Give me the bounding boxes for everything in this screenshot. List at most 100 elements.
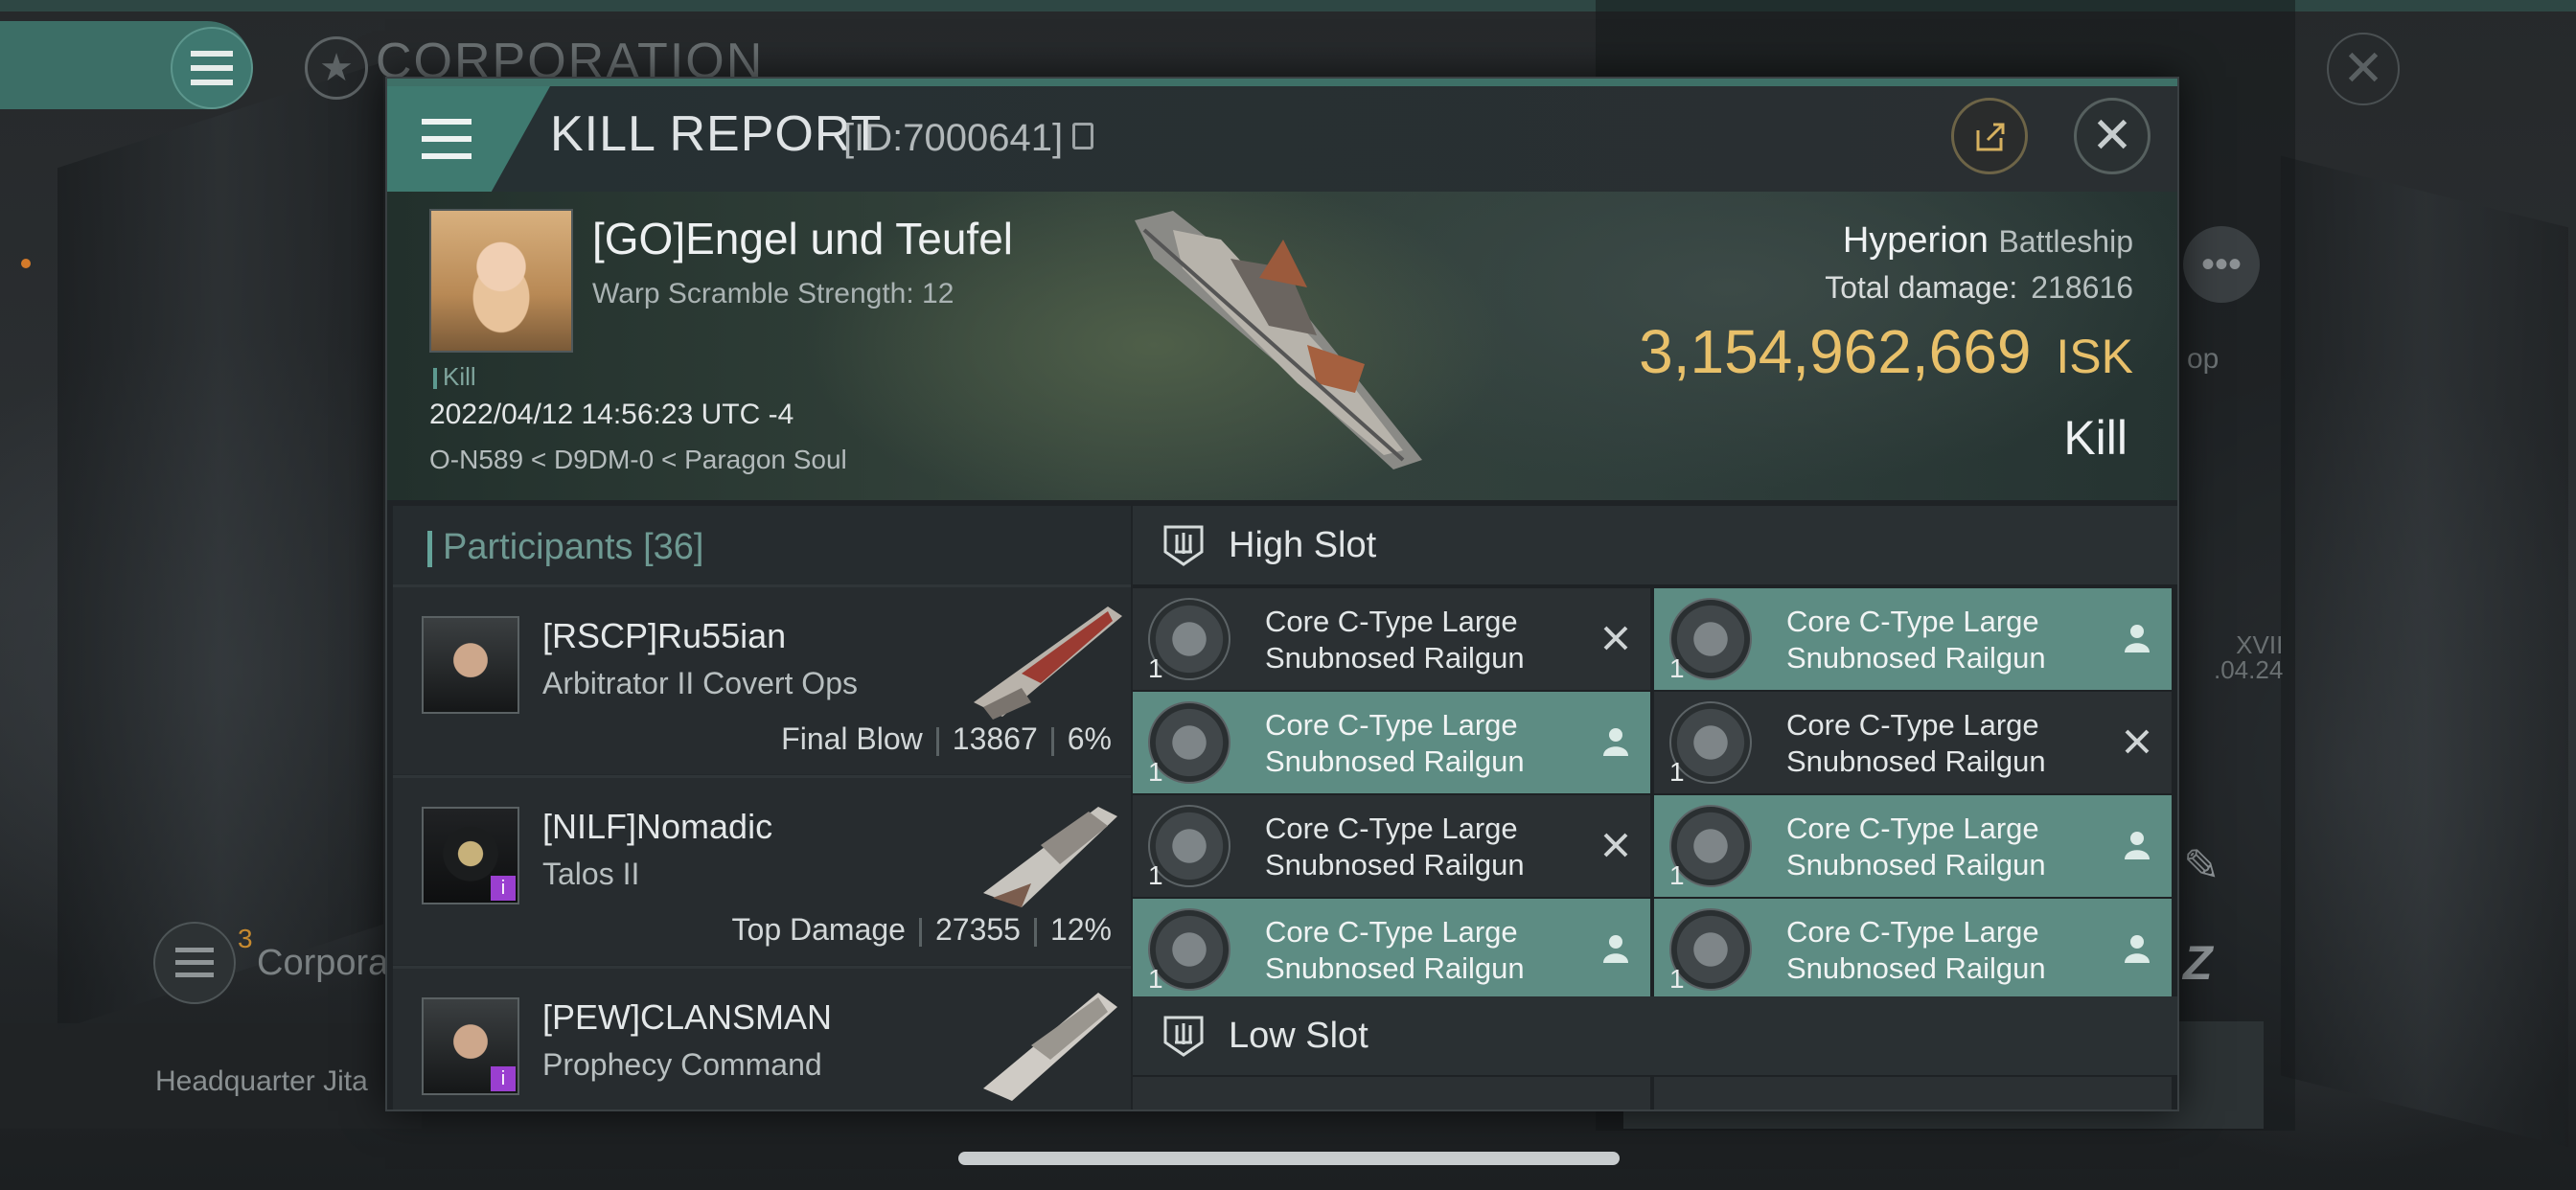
info-badge-icon: i: [491, 1066, 516, 1091]
corp-close-icon[interactable]: ✕: [2327, 33, 2400, 105]
module-name: Core C-Type Large Snubnosed Railgun: [1786, 604, 2046, 676]
share-icon: [1976, 123, 2005, 151]
module-item[interactable]: 1 Core C-Type Large Snubnosed Railgun: [1654, 692, 2172, 793]
module-quantity: 1: [1669, 757, 1685, 787]
victim-avatar[interactable]: [429, 209, 573, 353]
module-quantity: 1: [1148, 860, 1163, 890]
close-x-icon: [2120, 724, 2154, 759]
side-version-text: XVII: [2236, 630, 2284, 659]
module-name: Core C-Type Large Snubnosed Railgun: [1265, 604, 1525, 676]
participants-header: Participants [36]: [393, 506, 1131, 584]
module-name: Core C-Type Large Snubnosed Railgun: [1265, 811, 1525, 883]
module-name-line2: Snubnosed Railgun: [1786, 951, 2046, 985]
isk-unit: ISK: [2056, 330, 2133, 383]
participant-name: [NILF]Nomadic: [542, 807, 773, 846]
victim-ship-image[interactable]: [1116, 201, 1441, 479]
share-button[interactable]: [1951, 98, 2028, 174]
report-id[interactable]: [ID:7000641]: [843, 117, 1094, 160]
low-slot-label: Low Slot: [1229, 1016, 1368, 1056]
module-name-line1: Core C-Type Large: [1265, 708, 1518, 742]
participant-row[interactable]: [RSCP]Ru55ian Arbitrator II Covert Ops F…: [393, 584, 1131, 774]
participant-ship: Talos II: [542, 857, 640, 891]
report-id-text: [ID:7000641]: [843, 117, 1064, 159]
victim-name[interactable]: [GO]Engel und Teufel: [592, 213, 1013, 264]
total-damage-label: Total damage:: [1825, 270, 2018, 305]
module-item[interactable]: 1 Core C-Type Large Snubnosed Railgun: [1133, 899, 1650, 1000]
participant-row[interactable]: i [PEW]CLANSMAN Prophecy Command: [393, 966, 1131, 1110]
person-icon: [1598, 724, 1633, 759]
person-icon: [1598, 931, 1633, 966]
stat-separator: [935, 726, 939, 756]
participant-avatar: i: [422, 997, 519, 1095]
stat-separator: [1033, 917, 1037, 947]
corp-menu-button[interactable]: [171, 27, 253, 109]
copy-icon[interactable]: [1072, 123, 1094, 150]
module-item[interactable]: 1 Core C-Type Large Snubnosed Railgun: [1654, 899, 2172, 1000]
module-name: Core C-Type Large Snubnosed Railgun: [1265, 914, 1525, 987]
victim-banner: [GO]Engel und Teufel Warp Scramble Stren…: [387, 192, 2177, 500]
participant-ship: Prophecy Command: [542, 1047, 822, 1082]
participant-ship-image: [983, 993, 1117, 1101]
module-item[interactable]: [1654, 1077, 2172, 1110]
fitting-panel[interactable]: High Slot 1 Core C-Type Large Snubnosed Ra…: [1133, 506, 2177, 1110]
total-damage-value: 218616: [2031, 270, 2133, 305]
isk-amount: 3,154,962,669: [1639, 317, 2032, 386]
module-name-line1: Core C-Type Large: [1786, 915, 2039, 949]
participant-name: [RSCP]Ru55ian: [542, 616, 787, 655]
module-item[interactable]: 1 Core C-Type Large Snubnosed Railgun: [1133, 692, 1650, 793]
module-name-line1: Core C-Type Large: [1786, 812, 2039, 845]
edit-icon[interactable]: ✎: [2183, 839, 2231, 890]
home-indicator[interactable]: [958, 1152, 1620, 1165]
victim-ship[interactable]: Hyperion Battleship: [1843, 220, 2133, 262]
modal-top-accent: [387, 79, 2177, 86]
stat-separator: [918, 917, 922, 947]
close-icon[interactable]: ✕: [2074, 98, 2150, 174]
module-name: Core C-Type Large Snubnosed Railgun: [1786, 707, 2046, 780]
person-icon: [2120, 828, 2154, 862]
headquarter-label: Headquarter Jita: [155, 1065, 368, 1097]
kill-location[interactable]: O-N589 < D9DM-0 < Paragon Soul: [429, 445, 847, 475]
module-item[interactable]: 1 Core C-Type Large Snubnosed Railgun: [1133, 795, 1650, 897]
low-slot-header: Low Slot: [1133, 996, 2177, 1075]
module-quantity: 1: [1148, 964, 1163, 994]
module-name-line2: Snubnosed Railgun: [1265, 744, 1525, 778]
station-structure: [2281, 155, 2568, 1148]
module-quantity: 1: [1669, 964, 1685, 994]
participants-title: Participants [36]: [443, 527, 704, 568]
module-name-line2: Snubnosed Railgun: [1786, 744, 2046, 778]
kill-datetime: 2022/04/12 14:56:23 UTC -4: [429, 399, 794, 430]
module-quantity: 1: [1148, 757, 1163, 787]
module-name-line1: Core C-Type Large: [1265, 605, 1518, 638]
module-item[interactable]: 1 Core C-Type Large Snubnosed Railgun: [1654, 588, 2172, 690]
more-icon[interactable]: •••: [2183, 226, 2260, 303]
participant-row[interactable]: i [NILF]Nomadic Talos II Top Damage 27355…: [393, 775, 1131, 965]
person-icon: [2120, 621, 2154, 655]
high-slot-label: High Slot: [1229, 525, 1377, 565]
participants-panel[interactable]: Participants [36] [RSCP]Ru55ian Arbitrat…: [393, 506, 1131, 1110]
module-name-line2: Snubnosed Railgun: [1265, 641, 1525, 675]
module-quantity: 1: [1669, 860, 1685, 890]
module-name-line2: Snubnosed Railgun: [1786, 848, 2046, 881]
high-slot-icon: [1163, 525, 1204, 566]
person-icon: [2120, 931, 2154, 966]
close-x-icon: [1598, 621, 1633, 655]
module-item[interactable]: [1133, 1077, 1650, 1110]
participant-ship-image: [983, 807, 1117, 907]
side-text: op: [2187, 343, 2220, 375]
participant-stat: Final Blow 13867 6%: [781, 721, 1112, 757]
stat-percent: 6%: [1067, 721, 1112, 756]
participant-avatar: [422, 616, 519, 714]
corp-section[interactable]: 3 Corpora: [153, 922, 388, 1004]
module-name-line2: Snubnosed Railgun: [1786, 641, 2046, 675]
participants-label: Participants: [443, 527, 633, 567]
high-slot-header: High Slot: [1133, 506, 2177, 584]
isk-value: 3,154,962,669 ISK: [1639, 316, 2133, 387]
corp-badge: 3: [238, 924, 253, 953]
participant-stat: Top Damage 27355 12%: [732, 912, 1112, 948]
corp-section-label: Corpora: [257, 942, 389, 983]
module-item[interactable]: 1 Core C-Type Large Snubnosed Railgun: [1133, 588, 1650, 690]
corp-star-icon: ★: [305, 36, 368, 100]
module-item[interactable]: 1 Core C-Type Large Snubnosed Railgun: [1654, 795, 2172, 897]
sleep-icon[interactable]: Z: [2183, 935, 2213, 991]
stat-damage: 27355: [934, 912, 1021, 947]
